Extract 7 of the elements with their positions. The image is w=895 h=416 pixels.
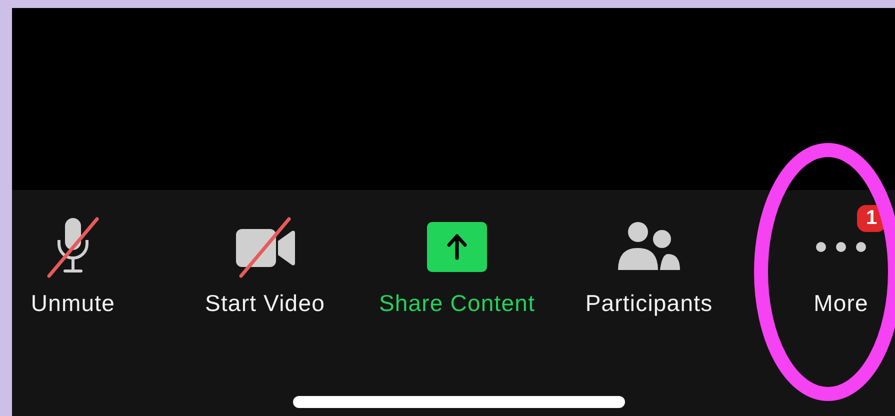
toolbar-button[interactable]: Share Content — [378, 216, 536, 317]
more-icon — [815, 241, 867, 253]
toolbar-button[interactable]: Unmute — [30, 216, 116, 317]
toolbar-button[interactable]: Participants — [585, 216, 713, 317]
share-icon — [427, 222, 487, 272]
toolbar-button[interactable]: Start Video — [205, 216, 325, 317]
participants-icon — [618, 222, 680, 272]
